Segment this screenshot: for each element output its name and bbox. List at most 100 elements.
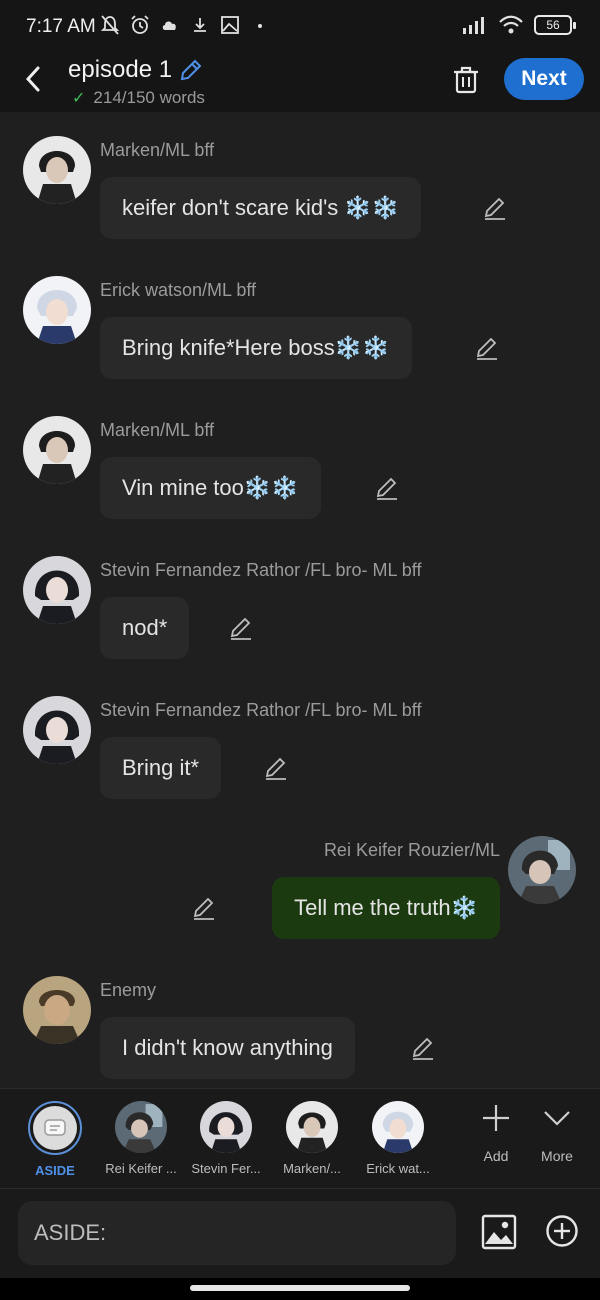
check-icon: ✓ [72, 90, 86, 107]
avatar[interactable] [23, 696, 91, 764]
chip-label: Erick wat... [366, 1161, 430, 1176]
add-character-button[interactable]: Add [466, 1103, 526, 1164]
message-bubble-mine[interactable]: Tell me the truth❄️ [272, 877, 500, 939]
sender-name: Enemy [100, 980, 157, 1000]
trash-icon[interactable] [450, 62, 482, 96]
sender-name: Erick watson/ML bff [100, 280, 257, 300]
next-button[interactable]: Next [504, 58, 584, 100]
chip-label: Stevin Fer... [191, 1161, 261, 1176]
character-chip[interactable]: Rei Keifer ... [96, 1101, 186, 1176]
title-block: episode 1 ✓ 214/150 words [68, 56, 205, 108]
system-nav-bar [0, 1278, 600, 1300]
screen: 7:17 AM 56 episode 1 ✓ 214/150 words Nex… [0, 0, 600, 1300]
chat-area[interactable]: Marken/ML bff keifer don't scare kid's ❄… [0, 112, 600, 1087]
chat-bubble-icon [44, 1119, 66, 1136]
message-row: Enemy I didn't know anything [0, 972, 600, 1087]
message-row-mine: Rei Keifer Rouzier/ML Tell me the truth❄… [0, 832, 600, 972]
sender-name: Stevin Fernandez Rathor /FL bro- ML bff [100, 700, 422, 720]
edit-message-icon[interactable] [228, 615, 254, 641]
chip-label: Marken/... [283, 1161, 341, 1176]
gallery-icon [221, 16, 239, 34]
chip-avatar-portrait [286, 1101, 338, 1153]
more-label: More [541, 1148, 573, 1164]
avatar[interactable] [23, 416, 91, 484]
character-chip-aside[interactable]: ASIDE [10, 1101, 100, 1178]
avatar[interactable] [23, 976, 91, 1044]
chip-avatar-portrait [115, 1101, 167, 1153]
message-bubble[interactable]: nod* [100, 597, 190, 659]
image-icon[interactable] [480, 1213, 518, 1251]
chip-label: ASIDE [35, 1163, 75, 1178]
chip-avatar [200, 1101, 252, 1153]
avatar-portrait [23, 556, 91, 624]
message-bubble[interactable]: Bring knife*Here boss❄️❄️ [100, 317, 412, 379]
message-row: Marken/ML bff keifer don't scare kid's ❄… [0, 132, 600, 272]
edit-message-icon[interactable] [410, 1035, 436, 1061]
chip-label: Rei Keifer ... [105, 1161, 177, 1176]
character-chip[interactable]: Stevin Fer... [181, 1101, 271, 1176]
wifi-icon [499, 15, 523, 34]
edit-message-icon[interactable] [374, 475, 400, 501]
message-row: Stevin Fernandez Rathor /FL bro- ML bff … [0, 692, 600, 832]
sender-name: Marken/ML bff [100, 140, 215, 160]
chip-avatar [115, 1101, 167, 1153]
message-bubble[interactable]: keifer don't scare kid's ❄️❄️ [100, 177, 422, 239]
alarm-icon [131, 15, 149, 34]
avatar-portrait [23, 696, 91, 764]
edit-message-icon[interactable] [474, 335, 500, 361]
chip-avatar-portrait [372, 1101, 424, 1153]
add-label: Add [483, 1148, 509, 1164]
avatar-portrait [23, 276, 91, 344]
avatar[interactable] [23, 556, 91, 624]
message-row: Erick watson/ML bff Bring knife*Here bos… [0, 272, 600, 412]
status-icons-left [100, 14, 270, 36]
back-icon[interactable] [20, 62, 48, 96]
edit-title-icon[interactable] [178, 57, 204, 83]
sender-name: Rei Keifer Rouzier/ML [323, 840, 500, 860]
edit-message-icon[interactable] [191, 895, 217, 921]
status-bar: 7:17 AM 56 [0, 0, 600, 52]
chip-avatar [372, 1101, 424, 1153]
sender-name: Stevin Fernandez Rathor /FL bro- ML bff [100, 560, 422, 580]
episode-title-row[interactable]: episode 1 [68, 56, 205, 84]
character-chip[interactable]: Marken/... [267, 1101, 357, 1176]
avatar-portrait [508, 836, 576, 904]
message-bubble[interactable]: Bring it* [100, 737, 222, 799]
character-chip[interactable]: Erick wat... [353, 1101, 443, 1176]
edit-message-icon[interactable] [482, 195, 508, 221]
status-icons-right: 56 [462, 14, 576, 36]
avatar[interactable] [23, 276, 91, 344]
dot-icon [258, 24, 262, 28]
battery-indicator: 56 [534, 15, 576, 35]
message-bubble[interactable]: Vin mine too❄️❄️ [100, 457, 321, 519]
word-count-text: 214/150 words [93, 88, 205, 107]
character-bar: ASIDE Rei Keifer ... Stevin Fer... Marke… [0, 1088, 600, 1188]
avatar-portrait [23, 416, 91, 484]
edit-message-icon[interactable] [263, 755, 289, 781]
message-input[interactable] [18, 1201, 456, 1265]
avatar-portrait [23, 976, 91, 1044]
input-bar [0, 1188, 600, 1278]
avatar[interactable] [508, 836, 576, 904]
home-indicator[interactable] [190, 1285, 410, 1291]
message-row: Stevin Fernandez Rathor /FL bro- ML bff … [0, 552, 600, 692]
avatar[interactable] [23, 136, 91, 204]
aside-ring [28, 1101, 82, 1155]
chip-avatar [286, 1101, 338, 1153]
aside-avatar [33, 1106, 77, 1150]
more-button[interactable]: More [527, 1103, 587, 1164]
header: episode 1 ✓ 214/150 words Next [0, 52, 600, 112]
status-time: 7:17 AM [26, 16, 96, 37]
cloud-icon [162, 21, 176, 30]
plus-icon [483, 1105, 509, 1131]
mute-bell-icon [100, 15, 120, 35]
signal-icon [463, 17, 484, 34]
sender-name: Marken/ML bff [100, 420, 215, 440]
message-bubble[interactable]: I didn't know anything [100, 1017, 355, 1079]
avatar-portrait [23, 136, 91, 204]
message-row: Marken/ML bff Vin mine too❄️❄️ [0, 412, 600, 552]
episode-title: episode 1 [68, 56, 173, 83]
chip-avatar-portrait [200, 1101, 252, 1153]
chevron-down-icon [544, 1111, 570, 1126]
add-circle-icon[interactable] [545, 1214, 579, 1248]
